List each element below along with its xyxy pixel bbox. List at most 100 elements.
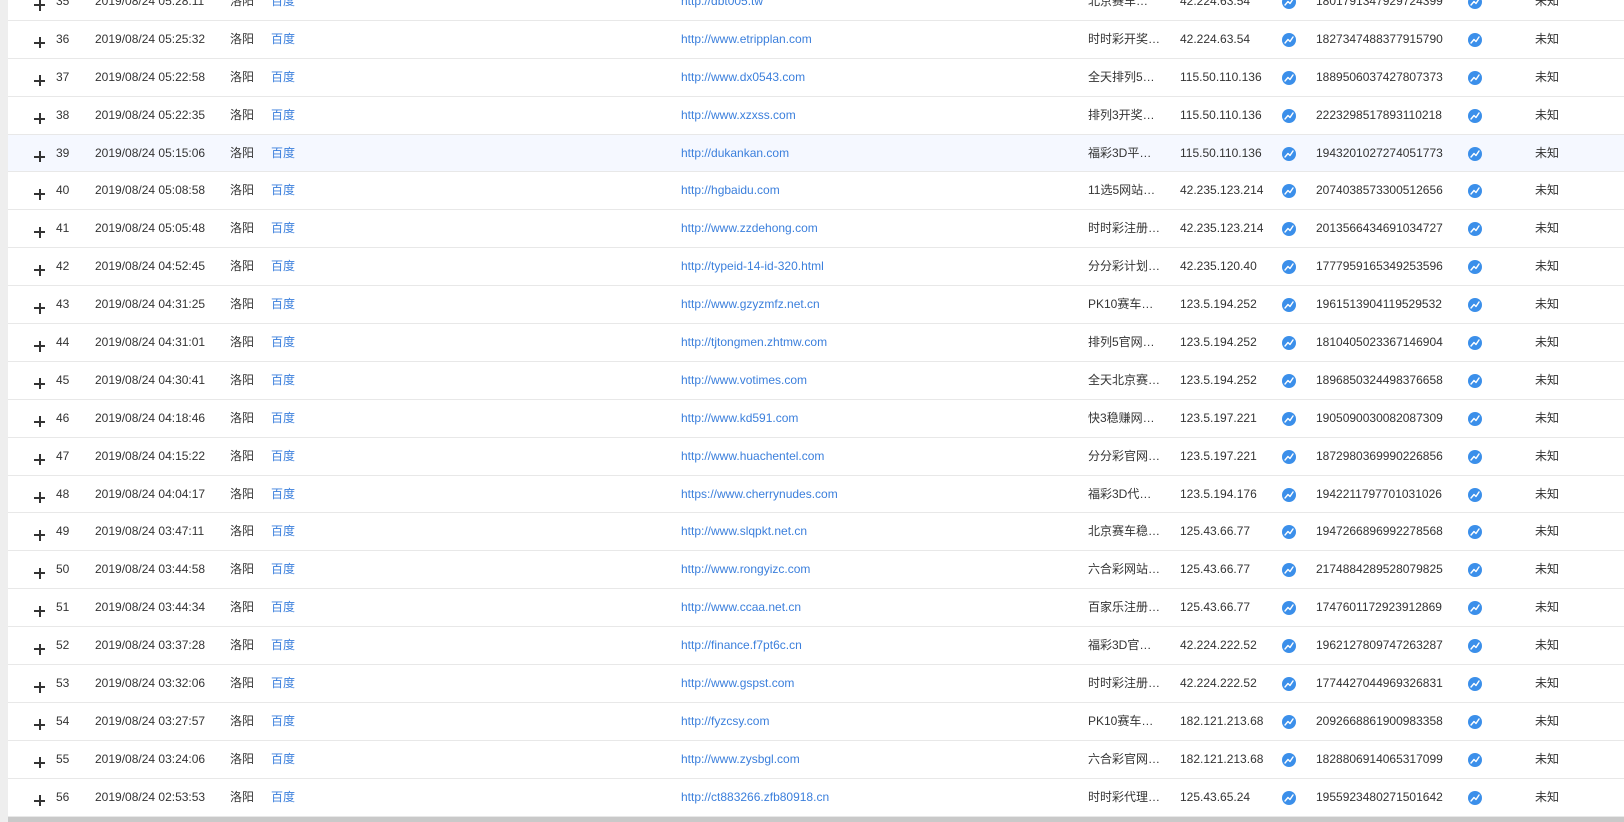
trend-chart-icon[interactable] [1468, 525, 1482, 540]
referrer-url-link[interactable]: http://www.gzyzmfz.net.cn [681, 286, 1061, 324]
referrer-url-link[interactable]: http://www.gspst.com [681, 665, 1061, 703]
referrer-url-link[interactable]: https://www.cherrynudes.com [681, 476, 1061, 514]
expand-plus-icon[interactable] [28, 400, 52, 438]
table-row[interactable]: 41 2019/08/24 05:05:48 洛阳 百度 http://www.… [8, 210, 1624, 249]
source-engine-link[interactable]: 百度 [271, 286, 311, 324]
source-engine-link[interactable]: 百度 [271, 779, 311, 817]
trend-chart-icon[interactable] [1282, 752, 1296, 767]
trend-chart-icon[interactable] [1468, 70, 1482, 85]
referrer-url-link[interactable]: http://dukankan.com [681, 135, 1061, 173]
source-engine-link[interactable]: 百度 [271, 589, 311, 627]
trend-chart-icon[interactable] [1282, 298, 1296, 313]
source-engine-link[interactable]: 百度 [271, 362, 311, 400]
trend-chart-icon[interactable] [1468, 222, 1482, 237]
trend-chart-icon[interactable] [1282, 525, 1296, 540]
trend-chart-icon[interactable] [1468, 449, 1482, 464]
referrer-url-link[interactable]: http://typeid-14-id-320.html [681, 248, 1061, 286]
table-row[interactable]: 37 2019/08/24 05:22:58 洛阳 百度 http://www.… [8, 59, 1624, 97]
referrer-url-link[interactable]: http://www.zysbgl.com [681, 741, 1061, 779]
expand-plus-icon[interactable] [28, 97, 52, 135]
expand-plus-icon[interactable] [28, 703, 52, 741]
expand-plus-icon[interactable] [28, 476, 52, 514]
referrer-url-link[interactable]: http://www.kd591.com [681, 400, 1061, 438]
expand-plus-icon[interactable] [28, 0, 52, 21]
source-engine-link[interactable]: 百度 [271, 0, 311, 21]
expand-plus-icon[interactable] [28, 551, 52, 589]
trend-chart-icon[interactable] [1282, 601, 1296, 616]
trend-chart-icon[interactable] [1282, 411, 1296, 426]
table-row[interactable]: 51 2019/08/24 03:44:34 洛阳 百度 http://www.… [8, 589, 1624, 628]
referrer-url-link[interactable]: http://finance.f7pt6c.cn [681, 627, 1061, 665]
trend-chart-icon[interactable] [1282, 32, 1296, 47]
trend-chart-icon[interactable] [1468, 298, 1482, 313]
source-engine-link[interactable]: 百度 [271, 551, 311, 589]
expand-plus-icon[interactable] [28, 665, 52, 703]
source-engine-link[interactable]: 百度 [271, 210, 311, 248]
referrer-url-link[interactable]: http://www.etripplan.com [681, 21, 1061, 59]
table-row[interactable]: 45 2019/08/24 04:30:41 洛阳 百度 http://www.… [8, 362, 1624, 400]
source-engine-link[interactable]: 百度 [271, 135, 311, 173]
trend-chart-icon[interactable] [1282, 260, 1296, 275]
source-engine-link[interactable]: 百度 [271, 248, 311, 286]
trend-chart-icon[interactable] [1282, 184, 1296, 199]
table-row[interactable]: 40 2019/08/24 05:08:58 洛阳 百度 http://hgba… [8, 172, 1624, 211]
table-row[interactable]: 49 2019/08/24 03:47:11 洛阳 百度 http://www.… [8, 513, 1624, 552]
table-row[interactable]: 42 2019/08/24 04:52:45 洛阳 百度 http://type… [8, 248, 1624, 287]
trend-chart-icon[interactable] [1468, 108, 1482, 123]
trend-chart-icon[interactable] [1468, 487, 1482, 502]
trend-chart-icon[interactable] [1282, 639, 1296, 654]
trend-chart-icon[interactable] [1282, 222, 1296, 237]
source-engine-link[interactable]: 百度 [271, 703, 311, 741]
trend-chart-icon[interactable] [1282, 677, 1296, 692]
table-row[interactable]: 50 2019/08/24 03:44:58 洛阳 百度 http://www.… [8, 551, 1624, 590]
expand-plus-icon[interactable] [28, 741, 52, 779]
horizontal-scrollbar[interactable] [8, 817, 1624, 822]
expand-plus-icon[interactable] [28, 135, 52, 173]
trend-chart-icon[interactable] [1468, 184, 1482, 199]
trend-chart-icon[interactable] [1468, 146, 1482, 161]
source-engine-link[interactable]: 百度 [271, 513, 311, 551]
trend-chart-icon[interactable] [1468, 411, 1482, 426]
expand-plus-icon[interactable] [28, 513, 52, 551]
trend-chart-icon[interactable] [1282, 790, 1296, 805]
expand-plus-icon[interactable] [28, 210, 52, 248]
trend-chart-icon[interactable] [1468, 677, 1482, 692]
referrer-url-link[interactable]: http://dbt005.tw [681, 0, 1061, 21]
expand-plus-icon[interactable] [28, 324, 52, 362]
source-engine-link[interactable]: 百度 [271, 476, 311, 514]
table-row[interactable]: 54 2019/08/24 03:27:57 洛阳 百度 http://fyzc… [8, 703, 1624, 741]
source-engine-link[interactable]: 百度 [271, 627, 311, 665]
source-engine-link[interactable]: 百度 [271, 172, 311, 210]
referrer-url-link[interactable]: http://www.zzdehong.com [681, 210, 1061, 248]
expand-plus-icon[interactable] [28, 59, 52, 97]
referrer-url-link[interactable]: http://www.slqpkt.net.cn [681, 513, 1061, 551]
trend-chart-icon[interactable] [1282, 336, 1296, 351]
expand-plus-icon[interactable] [28, 438, 52, 476]
expand-plus-icon[interactable] [28, 627, 52, 665]
trend-chart-icon[interactable] [1468, 639, 1482, 654]
referrer-url-link[interactable]: http://fyzcsy.com [681, 703, 1061, 741]
trend-chart-icon[interactable] [1282, 70, 1296, 85]
expand-plus-icon[interactable] [28, 248, 52, 286]
trend-chart-icon[interactable] [1468, 714, 1482, 729]
expand-plus-icon[interactable] [28, 21, 52, 59]
expand-plus-icon[interactable] [28, 286, 52, 324]
table-row[interactable]: 39 2019/08/24 05:15:06 洛阳 百度 http://duka… [8, 134, 1624, 173]
table-row[interactable]: 56 2019/08/24 02:53:53 洛阳 百度 http://ct88… [8, 779, 1624, 817]
trend-chart-icon[interactable] [1468, 32, 1482, 47]
source-engine-link[interactable]: 百度 [271, 97, 311, 135]
trend-chart-icon[interactable] [1468, 790, 1482, 805]
trend-chart-icon[interactable] [1468, 752, 1482, 767]
trend-chart-icon[interactable] [1282, 373, 1296, 388]
source-engine-link[interactable]: 百度 [271, 438, 311, 476]
source-engine-link[interactable]: 百度 [271, 59, 311, 97]
referrer-url-link[interactable]: http://ct883266.zfb80918.cn [681, 779, 1061, 817]
trend-chart-icon[interactable] [1468, 373, 1482, 388]
table-row[interactable]: 48 2019/08/24 04:04:17 洛阳 百度 https://www… [8, 476, 1624, 514]
trend-chart-icon[interactable] [1282, 108, 1296, 123]
referrer-url-link[interactable]: http://www.votimes.com [681, 362, 1061, 400]
trend-chart-icon[interactable] [1282, 563, 1296, 578]
trend-chart-icon[interactable] [1282, 449, 1296, 464]
referrer-url-link[interactable]: http://www.huachentel.com [681, 438, 1061, 476]
expand-plus-icon[interactable] [28, 589, 52, 627]
